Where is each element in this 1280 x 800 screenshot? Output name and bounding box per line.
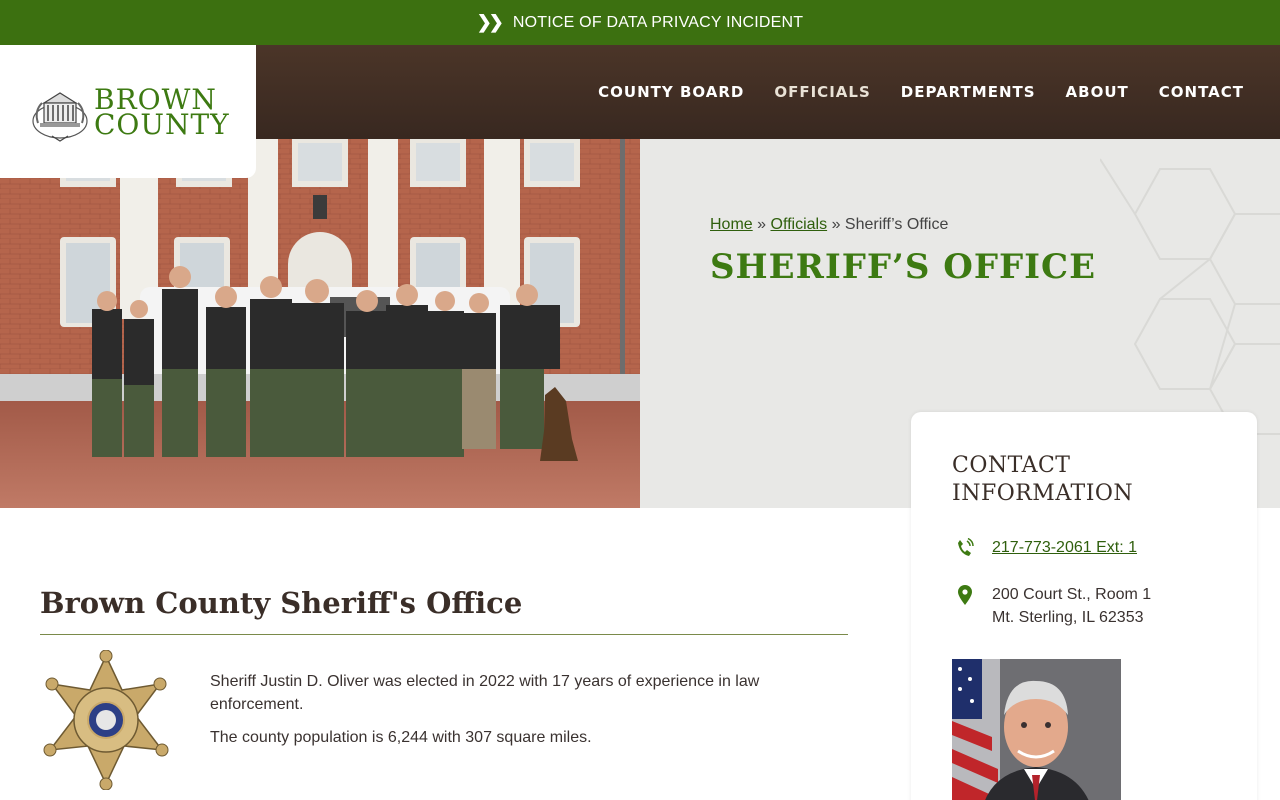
logo-line-2: COUNTY [94,107,230,141]
contact-phone-row: 217-773-2061 Ext: 1 [952,536,1217,559]
contact-heading-line-2: INFORMATION [952,481,1134,506]
nav-about[interactable]: ABOUT [1066,83,1129,101]
section-title: Brown County Sheriff's Office [40,586,523,620]
address-block: 200 Court St., Room 1 Mt. Sterling, IL 6… [992,583,1151,629]
phone-link[interactable]: 217-773-2061 Ext: 1 [992,536,1137,559]
hero-photo [0,139,640,508]
sheriff-portrait [952,659,1121,800]
nav-officials[interactable]: OFFICIALS [774,83,870,101]
body-paragraph: Sheriff Justin D. Oliver was elected in … [210,673,760,713]
logo-wordmark: BROWN COUNTY [94,85,230,141]
address-line-2: Mt. Sterling, IL 62353 [992,609,1144,626]
contact-heading-line-1: CONTACT [952,453,1071,478]
nav-contact[interactable]: CONTACT [1159,83,1244,101]
contact-heading: CONTACT INFORMATION [952,452,1217,508]
notice-bar[interactable]: ❯❯ NOTICE OF DATA PRIVACY INCIDENT [0,0,1280,45]
map-pin-icon [952,583,978,605]
notice-text[interactable]: NOTICE OF DATA PRIVACY INCIDENT [513,14,803,32]
page-title: SHERIFF’S OFFICE [710,247,1097,287]
courthouse-logo-icon [32,91,88,142]
body-paragraph: The county population is 6,244 with 307 … [210,729,592,746]
phone-icon [952,536,978,558]
breadcrumb-officials[interactable]: Officials [771,216,828,233]
breadcrumb-home[interactable]: Home [710,216,753,233]
breadcrumb-separator: » [831,216,841,233]
double-chevron-right-icon: ❯❯ [476,12,504,32]
nav-departments[interactable]: DEPARTMENTS [901,83,1036,101]
address-line-1: 200 Court St., Room 1 [992,586,1152,603]
section-divider [40,634,848,635]
nav-county-board[interactable]: COUNTY BOARD [598,83,744,101]
breadcrumb-separator: » [757,216,767,233]
breadcrumb: Home » Officials » Sheriff’s Office [710,216,948,234]
main-nav: COUNTY BOARD OFFICIALS DEPARTMENTS ABOUT… [598,45,1244,139]
breadcrumb-current: Sheriff’s Office [844,216,949,233]
site-logo[interactable]: BROWN COUNTY [0,45,256,178]
sheriff-star-badge [42,649,170,791]
contact-card: CONTACT INFORMATION 217-773-2061 Ext: 1 … [911,412,1257,800]
contact-address-row: 200 Court St., Room 1 Mt. Sterling, IL 6… [952,583,1217,629]
body-text: Sheriff Justin D. Oliver was elected in … [210,670,810,759]
